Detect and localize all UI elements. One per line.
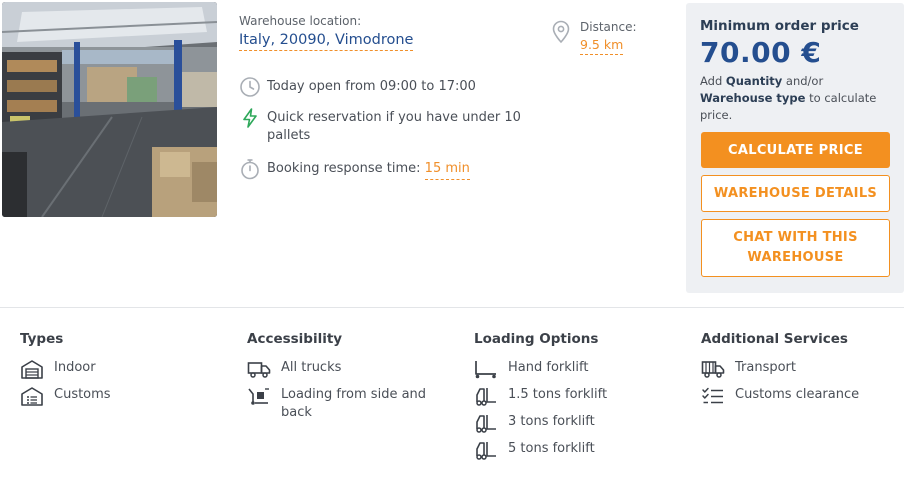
- section-divider: [0, 307, 904, 308]
- loading-item-forklift-3: 3 tons forklift: [474, 413, 607, 433]
- type-item-indoor: Indoor: [20, 359, 111, 379]
- location-value[interactable]: Italy, 20090, Vimodrone: [239, 32, 414, 51]
- hand-forklift-icon: [475, 361, 496, 379]
- clock-icon: [240, 77, 260, 97]
- booking-response-label: Booking response time:: [267, 161, 421, 176]
- chat-with-warehouse-button[interactable]: CHAT WITH THIS WAREHOUSE: [701, 219, 890, 277]
- loading-options-column: Loading Options Hand forklift 1.5 tons f…: [474, 331, 607, 467]
- warehouse-type-term: Warehouse type: [700, 91, 806, 105]
- access-item-loading: Loading from side and back: [247, 386, 447, 422]
- warehouse-icon: [21, 360, 43, 379]
- service-item-customs-clearance: Customs clearance: [701, 386, 859, 406]
- loading-options-title: Loading Options: [474, 331, 599, 347]
- price-panel: Minimum order price 70.00 € Add Quantity…: [686, 3, 904, 293]
- opening-hours-text: Today open from 09:00 to 17:00: [267, 79, 476, 94]
- quick-reservation-text: Quick reservation if you have under 10 p…: [267, 110, 521, 143]
- forklift-icon: [476, 415, 496, 433]
- forklift-icon: [476, 442, 496, 460]
- transport-truck-icon: [701, 361, 725, 378]
- calculate-price-button[interactable]: CALCULATE PRICE: [701, 132, 890, 168]
- quantity-term: Quantity: [725, 74, 783, 88]
- types-title: Types: [20, 331, 64, 347]
- loading-item-hand-forklift: Hand forklift: [474, 359, 607, 379]
- accessibility-title: Accessibility: [247, 331, 343, 347]
- warehouse-photo[interactable]: [2, 2, 217, 217]
- booking-response: Booking response time: 15 min: [239, 159, 470, 180]
- price-value: 70.00 €: [700, 36, 822, 69]
- distance-label: Distance:: [580, 20, 637, 34]
- service-item-transport: Transport: [701, 359, 859, 379]
- checklist-icon: [702, 387, 723, 404]
- lightning-icon: [243, 108, 257, 128]
- stopwatch-icon: [241, 159, 259, 180]
- warehouse-info: Warehouse location: Italy, 20090, Vimodr…: [239, 14, 539, 51]
- additional-services-title: Additional Services: [701, 331, 848, 347]
- quick-reservation: Quick reservation if you have under 10 p…: [239, 108, 529, 145]
- type-item-customs: Customs: [20, 386, 111, 406]
- forklift-icon: [476, 388, 496, 406]
- customs-warehouse-icon: [21, 387, 43, 406]
- location-label: Warehouse location:: [239, 14, 362, 28]
- distance-value: 9.5 km: [580, 37, 624, 55]
- distance: Distance: 9.5 km: [551, 20, 637, 55]
- price-title: Minimum order price: [700, 18, 859, 34]
- opening-hours: Today open from 09:00 to 17:00: [239, 77, 476, 98]
- accessibility-column: Accessibility All trucks Loading from si…: [247, 331, 447, 429]
- price-note: Add Quantity and/or Warehouse type to ca…: [700, 74, 877, 122]
- truck-icon: [247, 362, 271, 378]
- warehouse-details-button[interactable]: WAREHOUSE DETAILS: [701, 175, 890, 212]
- pin-icon: [552, 20, 570, 44]
- additional-services-column: Additional Services Transport Customs cl…: [701, 331, 859, 413]
- loading-dock-icon: [248, 388, 269, 405]
- access-item-trucks: All trucks: [247, 359, 447, 379]
- loading-item-forklift-5: 5 tons forklift: [474, 440, 607, 460]
- booking-response-value: 15 min: [424, 160, 470, 180]
- types-column: Types Indoor Customs: [20, 331, 111, 413]
- loading-item-forklift-1-5: 1.5 tons forklift: [474, 386, 607, 406]
